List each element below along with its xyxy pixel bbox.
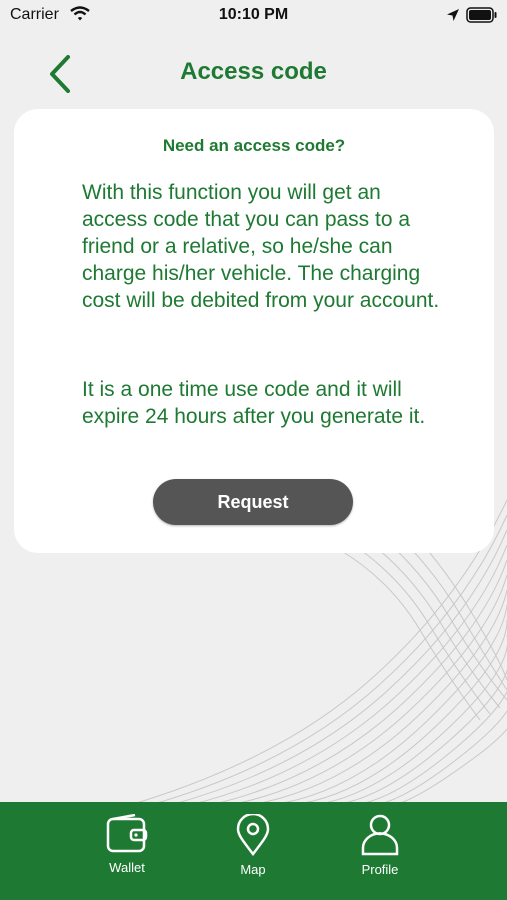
request-button[interactable]: Request [153,479,353,525]
wallet-icon [106,814,148,853]
location-arrow-icon [446,8,460,27]
tab-profile[interactable]: Profile [335,814,425,886]
tab-map[interactable]: Map [208,814,298,886]
tab-wallet[interactable]: Wallet [82,814,172,886]
access-code-card: Need an access code? With this function … [14,109,494,553]
card-description: With this function you will get an acces… [82,181,440,312]
card-heading: Need an access code? [162,136,346,155]
status-time: 10:10 PM [218,6,289,23]
battery-icon [466,7,498,28]
tab-label-map: Map [240,862,266,877]
profile-icon [361,814,399,856]
page-title: Access code [180,58,327,85]
tab-label-wallet: Wallet [109,860,145,875]
card-expiry-note: It is a one time use code and it will ex… [82,378,426,428]
tab-label-profile: Profile [361,862,399,877]
map-pin-icon [236,814,270,856]
tab-bar: Wallet Map Profile [0,802,507,900]
status-bar: Carrier 10:10 PM [0,0,507,32]
